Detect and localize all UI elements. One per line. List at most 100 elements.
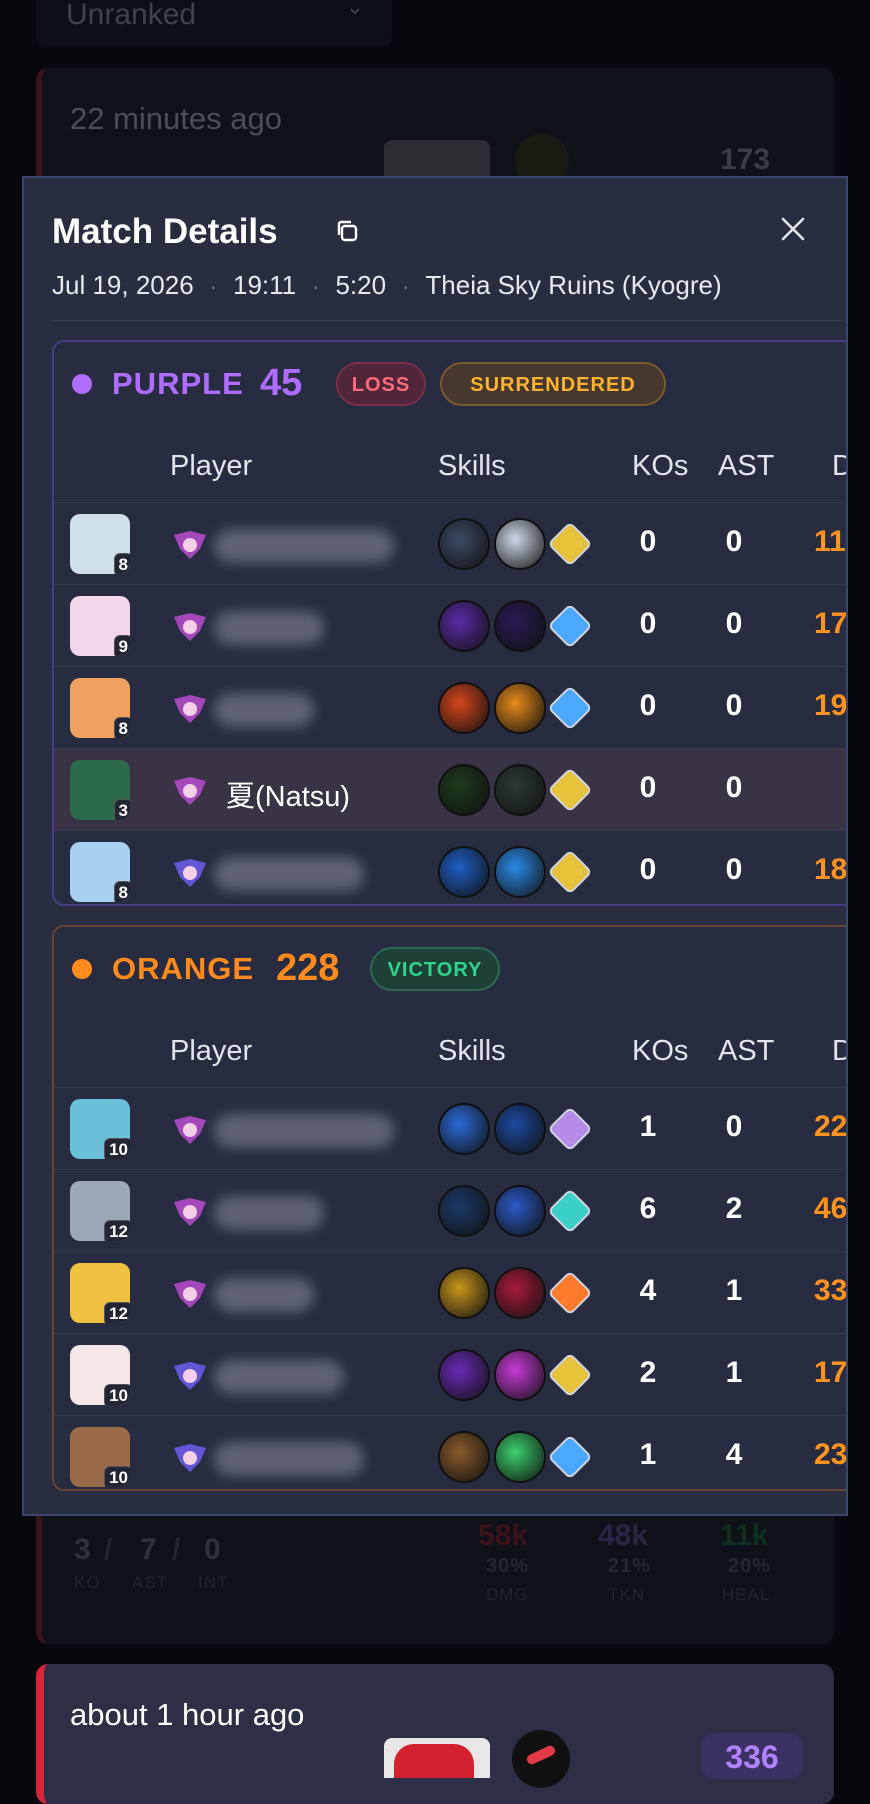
- player-row[interactable]: 12 6 2 46: [54, 1169, 848, 1251]
- ast-label: AST: [132, 1573, 169, 1592]
- column-header-player: Player: [170, 450, 253, 482]
- match-details-modal: Match Details Jul 19, 2026 · 19:11 · 5:20 · Th…: [22, 176, 848, 1516]
- damage-value: 17: [814, 1356, 848, 1389]
- pokemon-level: 10: [104, 1138, 130, 1159]
- player-row[interactable]: 12 4 1 33: [54, 1251, 846, 1333]
- dmg-pct: 30%: [486, 1555, 530, 1577]
- player-name-redacted: [214, 857, 364, 891]
- player-row[interactable]: 8 0 0 19: [54, 666, 848, 748]
- tkn-label: TKN: [608, 1585, 645, 1604]
- kos-value: 6: [639, 1192, 657, 1225]
- chevron-down-icon: ⌄: [345, 0, 364, 19]
- player-name-redacted: [214, 1114, 394, 1148]
- damage-value: 19: [814, 689, 848, 722]
- close-icon[interactable]: [780, 214, 806, 248]
- kos-value: 4: [639, 1274, 657, 1307]
- pokemon-avatar: 8: [70, 842, 130, 902]
- player-row[interactable]: 10 1 0 22: [54, 1087, 846, 1169]
- match-score-badge: 336: [702, 1733, 802, 1779]
- match-meta: Jul 19, 2026 · 19:11 · 5:20 · Theia Sky Ruins …: [52, 270, 722, 300]
- held-item-icon: [547, 767, 593, 813]
- skill-1-icon: [438, 518, 490, 570]
- skill-1-icon: [438, 1349, 490, 1401]
- damage-value: 46: [814, 1192, 848, 1225]
- kos-value: 1: [639, 1438, 657, 1471]
- result-badge: VICTORY: [370, 947, 500, 991]
- skill-1-icon: [438, 846, 490, 898]
- int-label: INT: [198, 1573, 229, 1592]
- pokemon-avatar: 10: [70, 1427, 130, 1487]
- rank-emblem-icon: [172, 611, 208, 643]
- player-row[interactable]: 9 0 0 17: [54, 584, 846, 666]
- held-item-icon: [547, 685, 593, 731]
- match-stats: 3 / 7 / 0 KO AST INT 58k 30% DMG 48k 21%…: [74, 1519, 772, 1604]
- player-row[interactable]: 8 0 0 18: [54, 830, 846, 912]
- player-row[interactable]: 3 夏(Natsu) 0 0: [54, 748, 846, 830]
- held-item-icon: [547, 1188, 593, 1234]
- rank-emblem-icon: [172, 1278, 208, 1310]
- pokemon-level: 8: [113, 881, 130, 902]
- pokemon-thumbnail: [384, 140, 490, 180]
- skill-1-icon: [438, 682, 490, 734]
- ko-label: KO: [74, 1573, 101, 1592]
- pokemon-level: 12: [104, 1302, 130, 1323]
- skill-1-icon: [438, 1103, 490, 1155]
- kos-value: 0: [639, 771, 657, 804]
- player-row[interactable]: 10 2 1 17: [54, 1333, 848, 1415]
- held-item-icon: [547, 603, 593, 649]
- dmg-value: 58k: [478, 1519, 529, 1552]
- skill-2-icon: [494, 1267, 546, 1319]
- pokemon-level: 8: [113, 717, 130, 738]
- column-header-ast: AST: [718, 1035, 775, 1067]
- pokemon-avatar: 8: [70, 678, 130, 738]
- rank-emblem-icon: [172, 1196, 208, 1228]
- rank-filter-dropdown[interactable]: Unranked ⌄: [36, 0, 392, 46]
- ast-value: 0: [725, 853, 743, 886]
- ast-value: 1: [725, 1274, 743, 1307]
- match-time-ago: 22 minutes ago: [70, 101, 282, 136]
- kos-value: 2: [639, 1356, 657, 1389]
- team-header: PURPLE 45 LOSS SURRENDERED: [54, 342, 846, 428]
- dmg-label: DMG: [486, 1585, 529, 1604]
- pokemon-avatar: 8: [70, 514, 130, 574]
- skill-2-icon: [494, 600, 546, 652]
- player-row[interactable]: 10 1 4 23: [54, 1415, 846, 1497]
- pokemon-level: 9: [113, 635, 130, 656]
- column-header-ast: AST: [718, 450, 775, 482]
- match-time-ago: about 1 hour ago: [70, 1697, 305, 1732]
- player-name-redacted: [214, 1196, 324, 1230]
- copy-icon[interactable]: [334, 218, 360, 244]
- pokemon-avatar: 12: [70, 1263, 130, 1323]
- rank-emblem-icon: [172, 775, 208, 807]
- pokemon-avatar: 10: [70, 1099, 130, 1159]
- team-color-dot: [72, 374, 92, 394]
- player-row[interactable]: 8 0 0 11: [54, 502, 846, 584]
- pokemon-avatar: 12: [70, 1181, 130, 1241]
- rank-emblem-icon: [172, 693, 208, 725]
- pokemon-level: 10: [104, 1384, 130, 1405]
- skill-2-icon: [494, 1185, 546, 1237]
- pokemon-level: 3: [113, 799, 130, 820]
- ko-value: 3: [74, 1533, 91, 1566]
- heal-label: HEAL: [722, 1585, 771, 1604]
- column-header-kos: KOs: [632, 450, 689, 482]
- tkn-value: 48k: [598, 1519, 649, 1552]
- team-color-dot: [72, 959, 92, 979]
- result-badge: LOSS: [336, 362, 426, 406]
- kos-value: 0: [639, 525, 657, 558]
- player-name-redacted: [214, 611, 324, 645]
- pokemon-level: 10: [104, 1466, 130, 1487]
- kos-value: 0: [639, 853, 657, 886]
- match-score: 173: [720, 143, 771, 176]
- held-item-icon: [547, 1434, 593, 1480]
- ast-value: 0: [725, 689, 743, 722]
- skill-2-icon: [494, 764, 546, 816]
- pokemon-avatar: 10: [70, 1345, 130, 1405]
- pokemon-avatar: 9: [70, 596, 130, 656]
- surrendered-badge: SURRENDERED: [440, 362, 666, 406]
- skill-2-icon: [494, 846, 546, 898]
- skill-1-icon: [438, 600, 490, 652]
- held-item-icon: [512, 1730, 570, 1788]
- skill-2-icon: [494, 518, 546, 570]
- player-name-redacted: [214, 1360, 344, 1394]
